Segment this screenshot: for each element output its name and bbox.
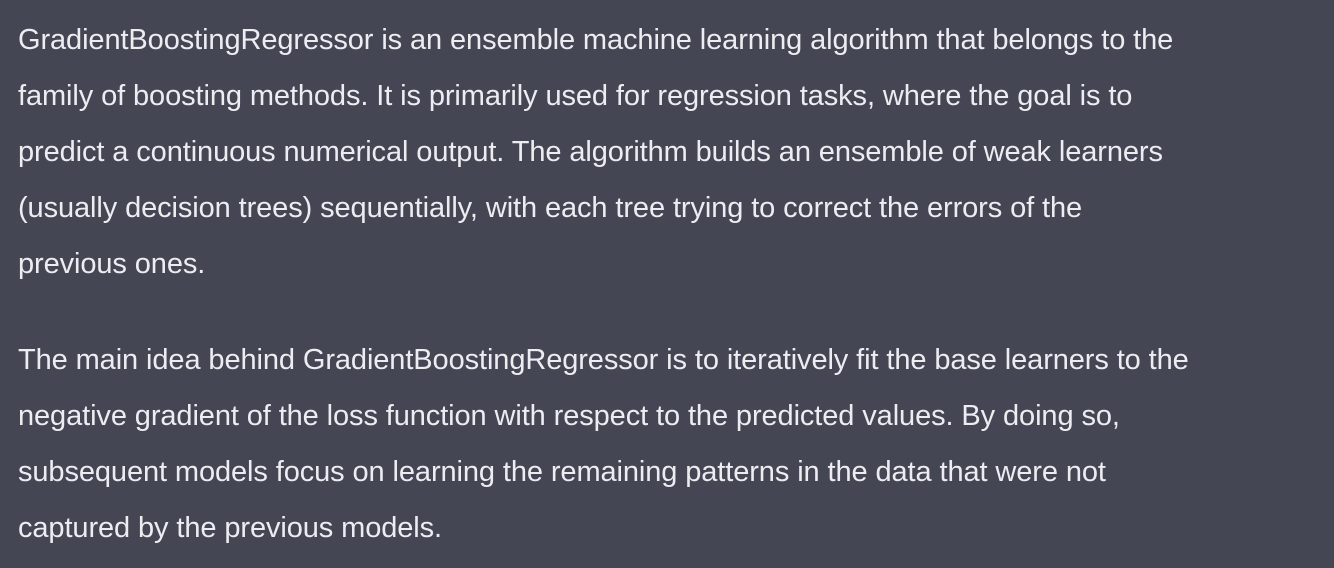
paragraph-line: subsequent models focus on learning the … [18, 456, 1106, 488]
paragraph-line: The main idea behind GradientBoostingReg… [18, 344, 1189, 376]
paragraph-line: predict a continuous numerical output. T… [18, 136, 1163, 168]
paragraph-line: family of boosting methods. It is primar… [18, 80, 1133, 112]
message-paragraph: GradientBoostingRegressor is an ensemble… [18, 12, 1328, 292]
paragraph-line: previous ones. [18, 248, 206, 280]
paragraph-line: (usually decision trees) sequentially, w… [18, 192, 1083, 224]
paragraph-line: GradientBoostingRegressor is an ensemble… [18, 24, 1174, 56]
message-paragraph: The main idea behind GradientBoostingReg… [18, 332, 1328, 556]
paragraph-line: negative gradient of the loss function w… [18, 400, 1120, 432]
assistant-message: GradientBoostingRegressor is an ensemble… [18, 12, 1328, 556]
paragraph-line: captured by the previous models. [18, 512, 442, 544]
